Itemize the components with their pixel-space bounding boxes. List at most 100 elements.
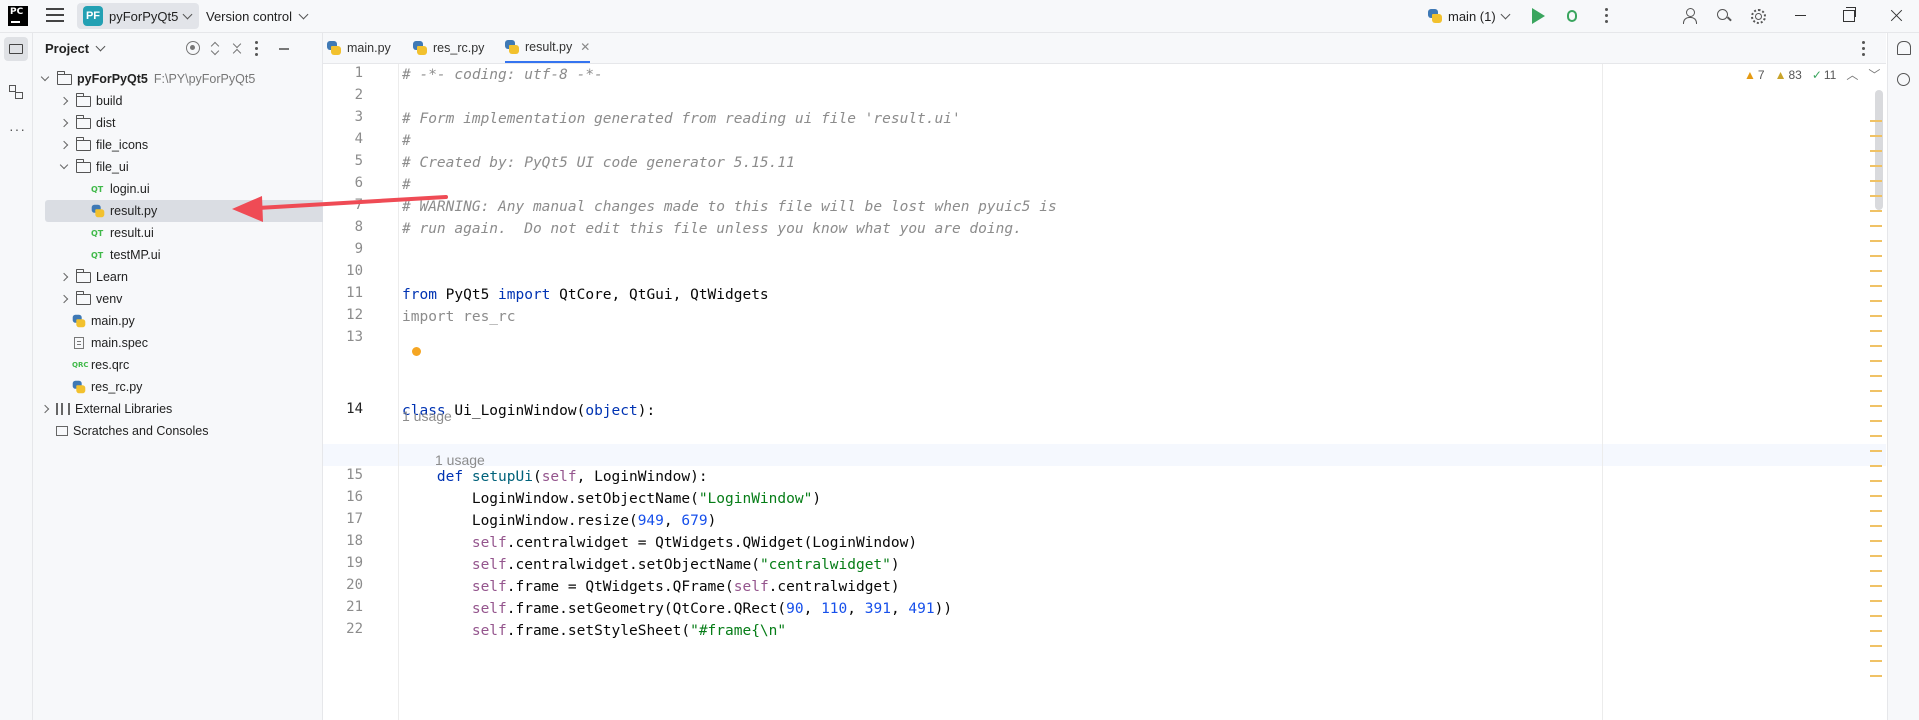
- project-tool-icon[interactable]: [4, 37, 28, 61]
- hide-panel-icon[interactable]: [277, 41, 291, 55]
- project-panel-header[interactable]: Project: [45, 33, 106, 63]
- maximize-icon[interactable]: [1843, 7, 1856, 22]
- tree-item[interactable]: build: [33, 90, 322, 112]
- tree-item[interactable]: file_icons: [33, 134, 322, 156]
- stripe-mark[interactable]: [1870, 195, 1882, 197]
- collapse-all-icon[interactable]: [230, 41, 244, 55]
- stripe-mark[interactable]: [1870, 450, 1882, 452]
- chevron-right-icon[interactable]: [58, 138, 72, 152]
- add-user-icon[interactable]: [1682, 8, 1698, 24]
- usage-hint[interactable]: 1 usage: [435, 452, 485, 468]
- stripe-mark[interactable]: [1870, 645, 1882, 647]
- tab-main-py[interactable]: main.py: [327, 33, 391, 63]
- stripe-mark[interactable]: [1870, 150, 1882, 152]
- stripe-mark[interactable]: [1870, 420, 1882, 422]
- chevron-right-icon[interactable]: [58, 116, 72, 130]
- version-control-menu[interactable]: Version control: [206, 0, 309, 32]
- stripe-mark[interactable]: [1870, 615, 1882, 617]
- tree-item[interactable]: QT result.ui: [33, 222, 322, 244]
- stripe-mark[interactable]: [1870, 180, 1882, 182]
- stripe-mark[interactable]: [1870, 300, 1882, 302]
- tab-actions-icon[interactable]: [1862, 41, 1866, 59]
- code-editor[interactable]: 1 2 3 4 5 6 7 8 9 10 11 12 13 14 15 16 17 18 19 20 21 22 # -*…: [323, 64, 1886, 720]
- chevron-right-icon[interactable]: [58, 94, 72, 108]
- locate-file-icon[interactable]: [186, 41, 200, 55]
- minimize-icon[interactable]: [1795, 15, 1806, 16]
- stripe-mark[interactable]: [1870, 600, 1882, 602]
- chevron-right-icon[interactable]: [58, 270, 72, 284]
- project-selector[interactable]: PF pyForPyQt5: [77, 3, 200, 29]
- tab-result-py[interactable]: result.py ✕: [505, 33, 591, 63]
- chevron-down-icon[interactable]: [58, 160, 72, 174]
- stripe-mark[interactable]: [1870, 660, 1882, 662]
- stripe-mark[interactable]: [1870, 495, 1882, 497]
- tree-item[interactable]: Scratches and Consoles: [33, 420, 322, 442]
- stripe-mark[interactable]: [1870, 135, 1882, 137]
- tree-item[interactable]: venv: [33, 288, 322, 310]
- stripe-mark[interactable]: [1870, 360, 1882, 362]
- more-tools-icon[interactable]: ···: [9, 121, 26, 137]
- stripe-mark[interactable]: [1870, 315, 1882, 317]
- chevron-right-icon[interactable]: [58, 292, 72, 306]
- stripe-mark[interactable]: [1870, 255, 1882, 257]
- gear-icon[interactable]: [1750, 8, 1766, 24]
- run-icon[interactable]: [1532, 8, 1545, 24]
- tree-item[interactable]: result.py: [45, 200, 342, 222]
- previous-highlight-icon[interactable]: ︿: [1846, 66, 1858, 83]
- tree-item[interactable]: dist: [33, 112, 322, 134]
- stripe-mark[interactable]: [1870, 210, 1882, 212]
- stripe-mark[interactable]: [1870, 630, 1882, 632]
- intention-bulb-icon[interactable]: [412, 347, 421, 356]
- tree-item[interactable]: External Libraries: [33, 398, 322, 420]
- stripe-mark[interactable]: [1870, 390, 1882, 392]
- notifications-icon[interactable]: [1897, 41, 1911, 55]
- tree-item[interactable]: main.spec: [33, 332, 322, 354]
- stripe-mark[interactable]: [1870, 330, 1882, 332]
- tree-item[interactable]: QT testMP.ui: [33, 244, 322, 266]
- stripe-mark[interactable]: [1870, 240, 1882, 242]
- usage-hint[interactable]: 1 usage: [402, 408, 452, 424]
- stripe-mark[interactable]: [1870, 225, 1882, 227]
- stripe-mark[interactable]: [1870, 465, 1882, 467]
- tree-item[interactable]: Learn: [33, 266, 322, 288]
- stripe-mark[interactable]: [1870, 120, 1882, 122]
- tree-item[interactable]: QRC res.qrc: [33, 354, 322, 376]
- stripe-mark[interactable]: [1870, 675, 1882, 677]
- chevron-down-icon[interactable]: [39, 72, 53, 86]
- tree-item[interactable]: res_rc.py: [33, 376, 322, 398]
- inspection-widget[interactable]: ▲ 7 ▲ 83 ✓ 11 ︿ ﹀: [1744, 66, 1880, 83]
- stripe-mark[interactable]: [1870, 405, 1882, 407]
- stripe-mark[interactable]: [1870, 435, 1882, 437]
- stripe-mark[interactable]: [1870, 570, 1882, 572]
- tree-item[interactable]: QT login.ui: [33, 178, 322, 200]
- more-actions-icon[interactable]: [1605, 8, 1609, 26]
- debug-icon[interactable]: [1565, 7, 1579, 23]
- chevron-right-icon[interactable]: [39, 402, 53, 416]
- stripe-mark[interactable]: [1870, 345, 1882, 347]
- tab-res-rc-py[interactable]: res_rc.py: [413, 33, 484, 63]
- search-icon[interactable]: [1716, 8, 1732, 24]
- tree-item[interactable]: pyForPyQt5 F:\PY\pyForPyQt5: [33, 68, 322, 90]
- stripe-mark[interactable]: [1870, 510, 1882, 512]
- stripe-mark[interactable]: [1870, 555, 1882, 557]
- stripe-mark[interactable]: [1870, 165, 1882, 167]
- run-config-selector[interactable]: main (1): [1428, 0, 1511, 32]
- folder-icon: [57, 70, 72, 85]
- stripe-mark[interactable]: [1870, 540, 1882, 542]
- tree-item[interactable]: main.py: [33, 310, 322, 332]
- stripe-mark[interactable]: [1870, 585, 1882, 587]
- stripe-mark[interactable]: [1870, 480, 1882, 482]
- close-icon[interactable]: [1891, 9, 1903, 21]
- structure-tool-icon[interactable]: [9, 85, 23, 99]
- next-highlight-icon[interactable]: ﹀: [1868, 66, 1880, 83]
- tree-item[interactable]: file_ui: [33, 156, 322, 178]
- hamburger-menu-icon[interactable]: [46, 8, 64, 24]
- stripe-mark[interactable]: [1870, 525, 1882, 527]
- stripe-mark[interactable]: [1870, 270, 1882, 272]
- stripe-mark[interactable]: [1870, 285, 1882, 287]
- options-icon[interactable]: [255, 41, 259, 59]
- expand-all-icon[interactable]: [208, 41, 222, 55]
- ai-assistant-icon[interactable]: [1897, 73, 1910, 86]
- stripe-mark[interactable]: [1870, 375, 1882, 377]
- close-tab-icon[interactable]: ✕: [580, 40, 590, 54]
